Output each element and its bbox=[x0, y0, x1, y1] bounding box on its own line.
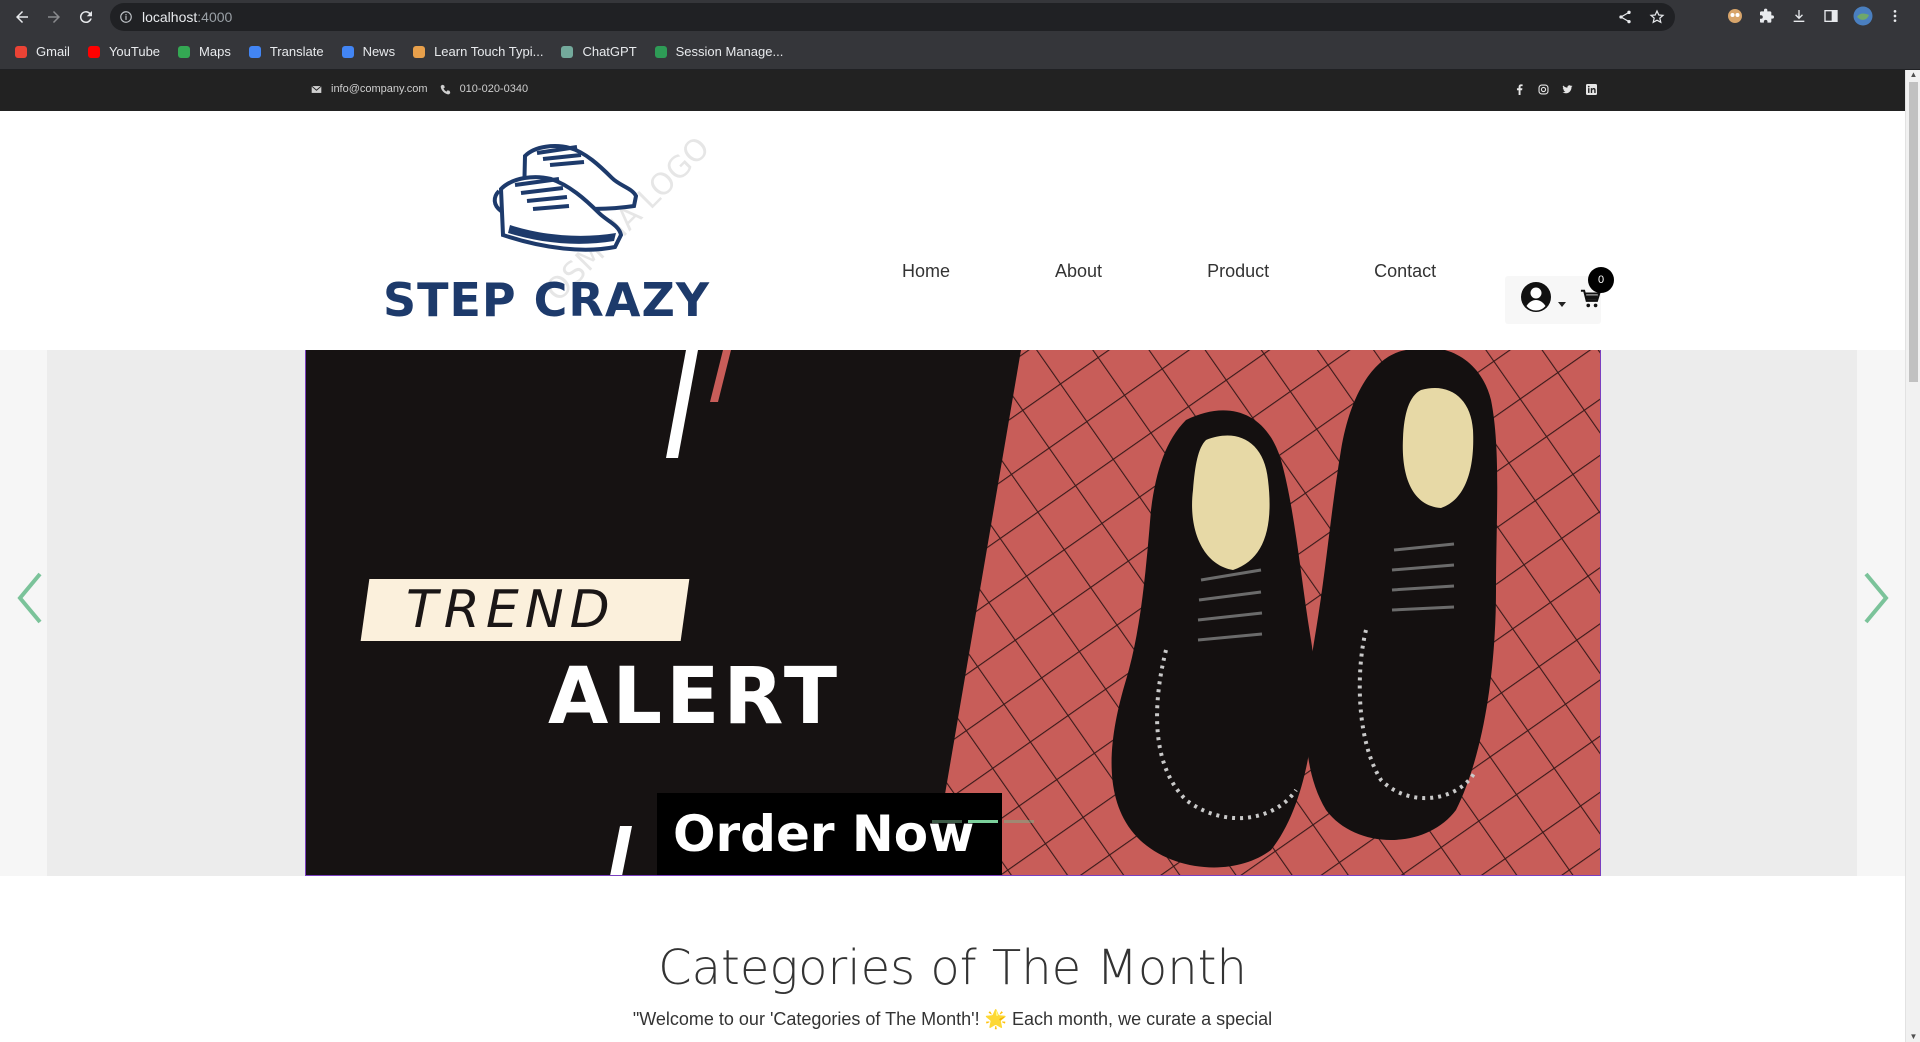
hero-carousel: TREND ALERT Order Now bbox=[0, 350, 1905, 876]
scroll-thumb[interactable] bbox=[1909, 82, 1918, 382]
alert-text: ALERT bbox=[548, 652, 842, 742]
back-arrow-icon bbox=[16, 11, 28, 23]
url-host: localhost bbox=[142, 9, 198, 25]
bookmark-label: Translate bbox=[269, 44, 324, 59]
bookmark-item[interactable]: Learn Touch Typi... bbox=[411, 44, 543, 60]
bookmark-item[interactable]: Gmail bbox=[13, 44, 70, 60]
bookmark-star-icon[interactable] bbox=[1649, 9, 1665, 25]
linkedin-icon[interactable] bbox=[1586, 84, 1597, 95]
trend-text: TREND bbox=[406, 580, 616, 640]
bookmark-label: Maps bbox=[199, 44, 231, 59]
bookmark-label: Session Manage... bbox=[675, 44, 784, 59]
nav-link-contact[interactable]: Contact bbox=[1374, 261, 1436, 282]
carousel-indicator[interactable] bbox=[968, 820, 998, 823]
bookmark-item[interactable]: YouTube bbox=[86, 44, 160, 60]
bookmark-label: Learn Touch Typi... bbox=[434, 44, 544, 59]
bookmark-label: YouTube bbox=[108, 44, 161, 59]
site-header: OSM HA LOGO STEP CRAZY Home About Product C… bbox=[0, 111, 1905, 327]
bookmark-item[interactable]: Maps bbox=[176, 44, 231, 60]
contact-email[interactable]: info@company.com bbox=[331, 83, 428, 95]
share-icon[interactable] bbox=[1617, 9, 1633, 25]
cart-count-badge[interactable]: 0 bbox=[1588, 267, 1614, 293]
instagram-icon[interactable] bbox=[1538, 84, 1549, 95]
bookmark-item[interactable]: ChatGPT bbox=[559, 44, 637, 60]
phone-icon bbox=[440, 84, 450, 94]
nav-link-product[interactable]: Product bbox=[1207, 261, 1269, 282]
contact-phone[interactable]: 010-020-0340 bbox=[460, 83, 529, 95]
gmail-icon bbox=[13, 44, 29, 60]
carousel-indicator[interactable] bbox=[932, 820, 962, 823]
profile-avatar-icon[interactable] bbox=[1853, 6, 1873, 26]
categories-description: "Welcome to our 'Categories of The Month… bbox=[632, 1009, 1273, 1029]
translate-icon bbox=[247, 44, 263, 60]
top-contact-bar: info@company.com 010-020-0340 bbox=[0, 70, 1905, 111]
extensions-puzzle-icon[interactable] bbox=[1757, 6, 1777, 26]
page-scrollbar[interactable]: ▲ ▼ bbox=[1905, 70, 1920, 1042]
bookmark-label: ChatGPT bbox=[582, 44, 637, 59]
address-bar[interactable]: localhost:4000 bbox=[110, 3, 1675, 31]
chrome-menu-icon[interactable] bbox=[1885, 6, 1905, 26]
nav-link-home[interactable]: Home bbox=[902, 261, 950, 282]
chatgpt-icon bbox=[559, 44, 575, 60]
bookmarks-bar: Gmail YouTube Maps Translate News Learn Touch… bbox=[0, 34, 1920, 70]
carousel-indicator[interactable] bbox=[1004, 820, 1034, 823]
news-icon bbox=[340, 44, 356, 60]
carousel-next-button[interactable] bbox=[1862, 570, 1892, 626]
extension-face-icon[interactable] bbox=[1725, 6, 1745, 26]
browser-toolbar: localhost:4000 bbox=[0, 0, 1920, 34]
page-viewport: info@company.com 010-020-0340 OSM HA LOG… bbox=[0, 70, 1905, 1042]
carousel-prev-button[interactable] bbox=[14, 570, 44, 626]
forward-arrow-icon bbox=[48, 11, 60, 23]
bookmark-item[interactable]: Session Manage... bbox=[653, 44, 784, 60]
main-nav: Home About Product Contact bbox=[902, 261, 1541, 282]
user-dropdown-caret-icon[interactable] bbox=[1558, 302, 1566, 307]
bookmark-item[interactable]: News bbox=[340, 44, 396, 60]
scroll-down-arrow-icon[interactable]: ▼ bbox=[1909, 1033, 1918, 1041]
typing-icon bbox=[411, 44, 427, 60]
chevron-left-icon bbox=[17, 572, 42, 624]
nav-link-about[interactable]: About bbox=[1055, 261, 1102, 282]
carousel-slide[interactable]: TREND ALERT Order Now bbox=[305, 350, 1601, 876]
download-icon[interactable] bbox=[1789, 6, 1809, 26]
site-info-icon[interactable] bbox=[119, 10, 133, 24]
youtube-icon bbox=[86, 44, 102, 60]
reload-icon bbox=[79, 11, 92, 24]
session-icon bbox=[653, 44, 669, 60]
bookmark-label: Gmail bbox=[36, 44, 70, 59]
facebook-icon[interactable] bbox=[1514, 84, 1525, 95]
bookmark-item[interactable]: Translate bbox=[247, 44, 324, 60]
url-port: :4000 bbox=[197, 9, 233, 25]
side-panel-icon[interactable] bbox=[1821, 6, 1841, 26]
categories-title: Categories of The Month bbox=[658, 940, 1247, 996]
forward-button[interactable] bbox=[41, 4, 67, 30]
social-links bbox=[1514, 84, 1597, 95]
twitter-icon[interactable] bbox=[1562, 84, 1573, 95]
logo-text[interactable]: STEP CRAZY bbox=[383, 273, 710, 327]
bookmark-label: News bbox=[362, 44, 396, 59]
user-account-icon[interactable] bbox=[1520, 281, 1552, 313]
back-button[interactable] bbox=[9, 4, 35, 30]
scroll-up-arrow-icon[interactable]: ▲ bbox=[1909, 71, 1918, 79]
chevron-right-icon bbox=[1864, 572, 1889, 624]
envelope-icon bbox=[311, 85, 322, 93]
carousel-indicators bbox=[932, 820, 1034, 823]
order-now-text[interactable]: Order Now bbox=[673, 805, 974, 863]
reload-button[interactable] bbox=[73, 4, 99, 30]
maps-icon bbox=[176, 44, 192, 60]
